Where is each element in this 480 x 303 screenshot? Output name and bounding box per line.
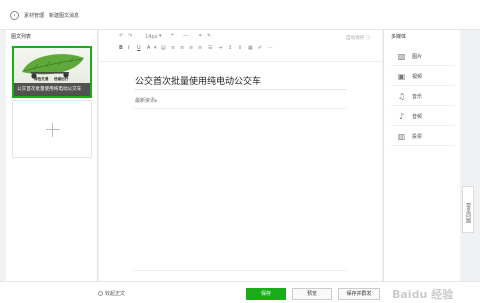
toolbar-divider <box>99 61 382 62</box>
article-list-panel: 图文列表 绿色交通 低碳出行 公交首次批量使用纯电动公交车 <box>6 30 98 281</box>
format-brush-icon[interactable]: ✐ <box>258 45 262 51</box>
video-icon: ▣ <box>397 72 406 81</box>
font-size-select[interactable]: 14px <box>145 34 158 40</box>
ordered-list-icon[interactable]: ☰ <box>208 45 212 51</box>
back-arrow-icon[interactable]: ‹ <box>10 11 19 20</box>
help-circle-icon: ⓘ <box>365 36 371 41</box>
more-options-icon[interactable]: ⋯ <box>268 45 273 51</box>
autosave-status[interactable]: 自动保存 ⓘ <box>346 35 370 41</box>
author-field[interactable]: 最新资讯▸ <box>135 97 158 104</box>
thumb-banner-right: 低碳出行 <box>54 77 69 81</box>
media-item-image[interactable]: ▨ 图片 <box>391 47 455 66</box>
link-icon[interactable]: ⚭ <box>198 33 202 39</box>
author-underline <box>134 108 347 109</box>
bold-icon[interactable]: B <box>119 45 123 51</box>
redo-icon[interactable]: ↷ <box>128 33 132 39</box>
font-size-chevron-icon[interactable]: ▾ <box>159 33 162 39</box>
plus-icon <box>46 129 60 130</box>
breadcrumb-home[interactable]: 素材管理 <box>24 12 44 19</box>
font-color-chevron-icon[interactable]: ▾ <box>154 45 157 51</box>
thumb-caption: 公交首次批量使用纯电动公交车 <box>14 83 90 96</box>
divider-icon[interactable]: — <box>183 33 188 39</box>
thumb-banner-left: 绿色交通 <box>34 77 49 81</box>
align-justify-icon[interactable]: ≡ <box>198 45 202 51</box>
add-article-button[interactable] <box>12 100 92 158</box>
breadcrumb-current: 新建图文消息 <box>49 13 80 19</box>
align-right-icon[interactable]: ≡ <box>189 45 193 51</box>
quote-icon[interactable]: ❝ <box>171 33 174 39</box>
italic-icon[interactable]: I <box>128 45 129 51</box>
media-item-music[interactable]: ♫ 音乐 <box>391 87 455 106</box>
underline-icon[interactable]: U <box>137 45 141 51</box>
radio-icon <box>98 291 103 296</box>
breadcrumb-separator: / <box>42 11 45 18</box>
align-center-icon[interactable]: ≡ <box>180 45 184 51</box>
table-icon[interactable]: ▦ <box>248 45 253 51</box>
clear-format-icon[interactable]: ✎ <box>207 33 211 39</box>
indent-icon[interactable]: ⇥ <box>218 45 222 51</box>
vote-icon: ▥ <box>397 132 406 141</box>
align-left-icon[interactable]: ≡ <box>171 45 175 51</box>
multimedia-panel: 多媒体 ▨ 图片 ▣ 视频 ♫ 音乐 ♪ 音频 ▥ 投票 <box>383 30 460 281</box>
article-list-title: 图文列表 <box>11 34 32 40</box>
media-item-audio[interactable]: ♪ 音频 <box>391 107 455 126</box>
music-icon: ♫ <box>397 92 406 101</box>
collect-toggle[interactable]: 收起正文 <box>98 290 125 297</box>
line-height-icon[interactable]: ↕ <box>228 45 232 51</box>
article-title-input[interactable]: 公交首次批量使用纯电动公交车 <box>135 74 261 87</box>
media-item-vote[interactable]: ▥ 投票 <box>391 127 455 146</box>
preview-button[interactable]: 预览 <box>292 288 332 300</box>
faq-side-tab[interactable]: 常见问题 <box>462 186 474 233</box>
title-underline <box>134 89 347 90</box>
watermark: Baidu 经验 <box>392 288 454 301</box>
content-bottom-divider <box>134 270 347 271</box>
article-thumbnail[interactable]: 绿色交通 低碳出行 公交首次批量使用纯电动公交车 <box>12 46 92 98</box>
editor-area: ↶ ↷ 14px ▾ ❝ — ⚭ ✎ B I U A ▾ ▤ ≡ ≡ ≡ ≡ ☰… <box>99 30 382 281</box>
font-color-icon[interactable]: A <box>147 45 150 51</box>
top-bar: ‹ 素材管理 / 新建图文消息 <box>0 0 480 30</box>
media-item-video[interactable]: ▣ 视频 <box>391 67 455 86</box>
image-icon: ▨ <box>397 52 406 61</box>
audio-icon: ♪ <box>398 112 405 121</box>
multimedia-title: 多媒体 <box>391 34 407 40</box>
save-and-send-button[interactable]: 保存并群发 <box>338 288 380 300</box>
save-button[interactable]: 保存 <box>246 288 286 300</box>
background-color-icon[interactable]: ▤ <box>161 45 166 51</box>
undo-icon[interactable]: ↶ <box>119 33 123 39</box>
paragraph-spacing-icon[interactable]: ⇕ <box>238 45 242 51</box>
